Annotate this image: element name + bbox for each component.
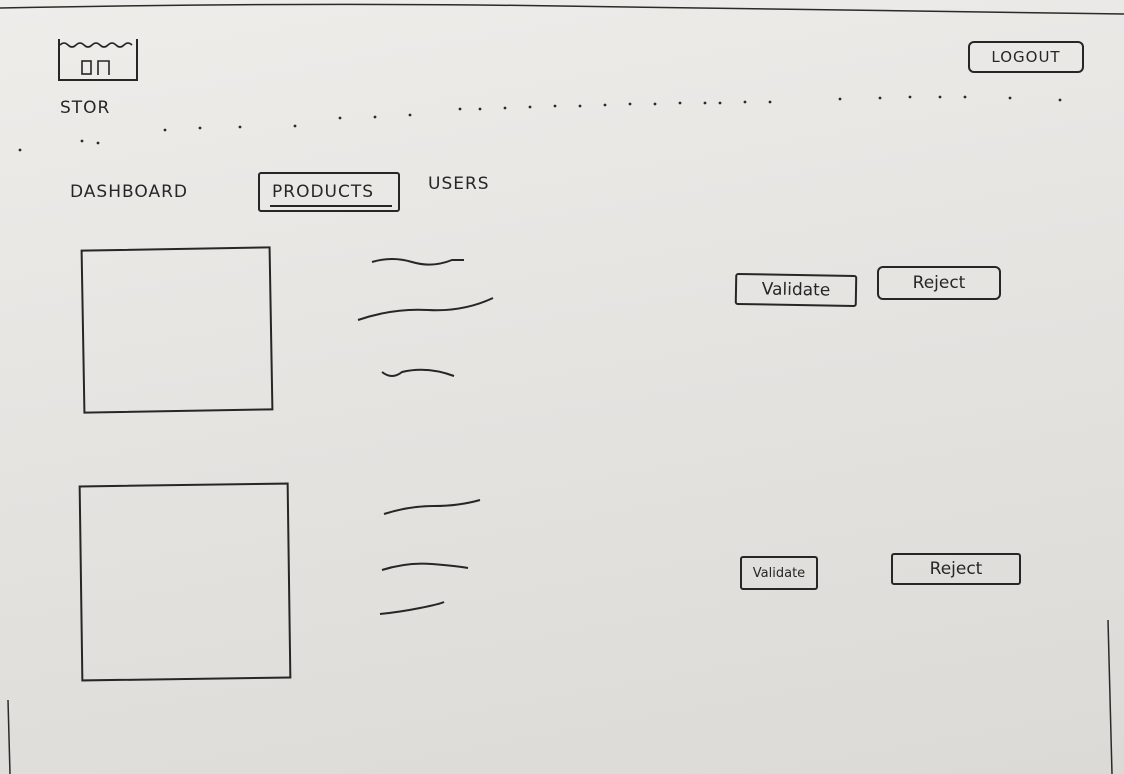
product-text-lines	[379, 499, 481, 615]
reject-button[interactable]: Reject	[891, 553, 1021, 585]
wireframe-page: STOR LOGOUT DASHBOARD PRODUCTS USERS Val…	[0, 0, 1124, 774]
validate-button[interactable]: Validate	[740, 556, 818, 590]
